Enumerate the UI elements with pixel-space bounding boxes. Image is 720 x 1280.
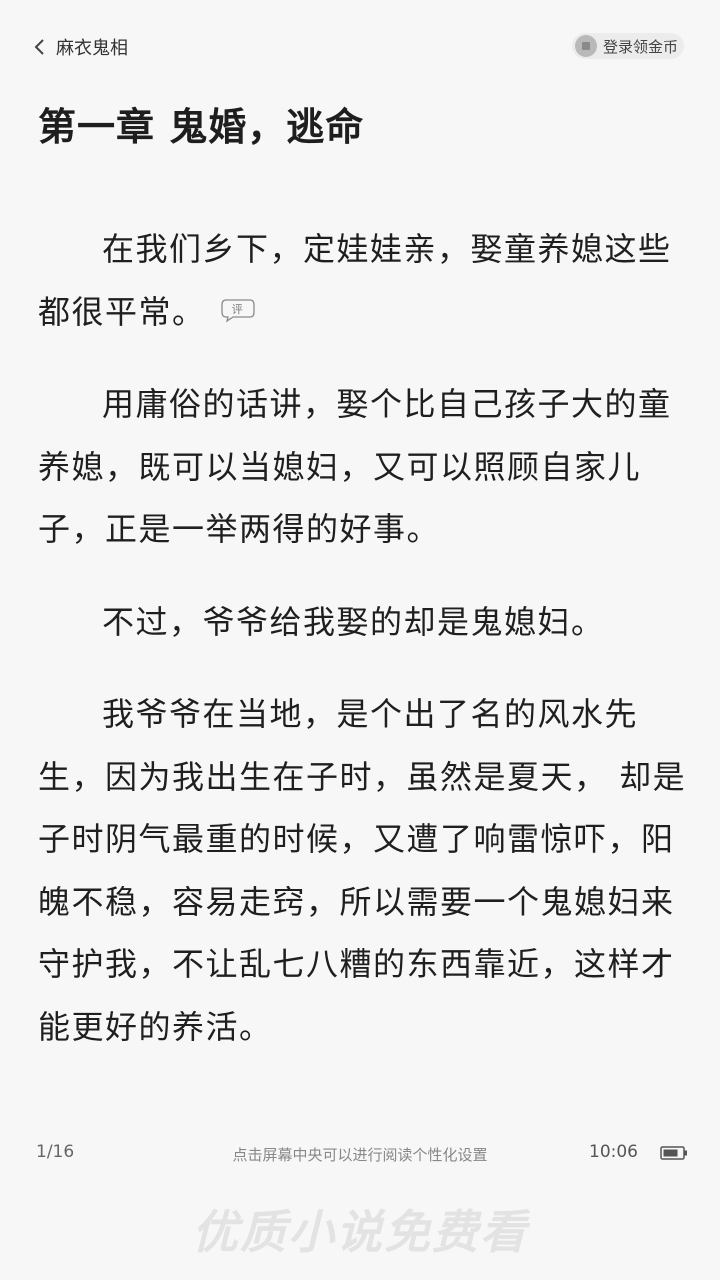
- login-coins-label: 登录领金币: [602, 37, 678, 56]
- book-title: 麻衣鬼相: [56, 38, 128, 59]
- reader-footer: 1/16 点击屏幕中央可以进行阅读个性化设置 10:06: [0, 1138, 720, 1168]
- paragraph: 我爷爷在当地，是个出了名的风水先生，因为我出生在子时，虽然是夏天， 却是子时阴气…: [38, 695, 687, 1046]
- watermark-banner: 优质小说免费看: [192, 1205, 528, 1259]
- comment-icon-label: 评: [231, 303, 244, 316]
- login-coins-button[interactable]: 登录领金币: [571, 33, 684, 59]
- chapter-title: 第一章 鬼婚，逃命: [38, 105, 365, 149]
- paragraph-text: 在我们乡下，定娃娃亲，娶童养媳这些都很平常。: [38, 230, 672, 331]
- clock: 10:06: [589, 1142, 638, 1162]
- paragraph: 在我们乡下，定娃娃亲，娶童养媳这些都很平常。 评: [38, 218, 688, 343]
- chevron-left-icon[interactable]: [30, 35, 50, 59]
- top-bar: 麻衣鬼相 登录领金币: [0, 0, 720, 90]
- back-button[interactable]: 麻衣鬼相: [30, 30, 128, 64]
- paragraph: 用庸俗的话讲，娶个比自己孩子大的童养媳，既可以当媳妇，又可以照顾自家儿子，正是一…: [38, 385, 672, 548]
- battery-icon: [660, 1146, 687, 1160]
- coin-icon: [574, 35, 597, 57]
- paragraph: 不过，爷爷给我娶的却是鬼媳妇。: [102, 602, 605, 641]
- comment-icon[interactable]: 评: [220, 297, 256, 323]
- chapter-content[interactable]: 在我们乡下，定娃娃亲，娶童养媳这些都很平常。 评 用庸俗的话讲，娶个比自己孩子大…: [38, 218, 688, 1088]
